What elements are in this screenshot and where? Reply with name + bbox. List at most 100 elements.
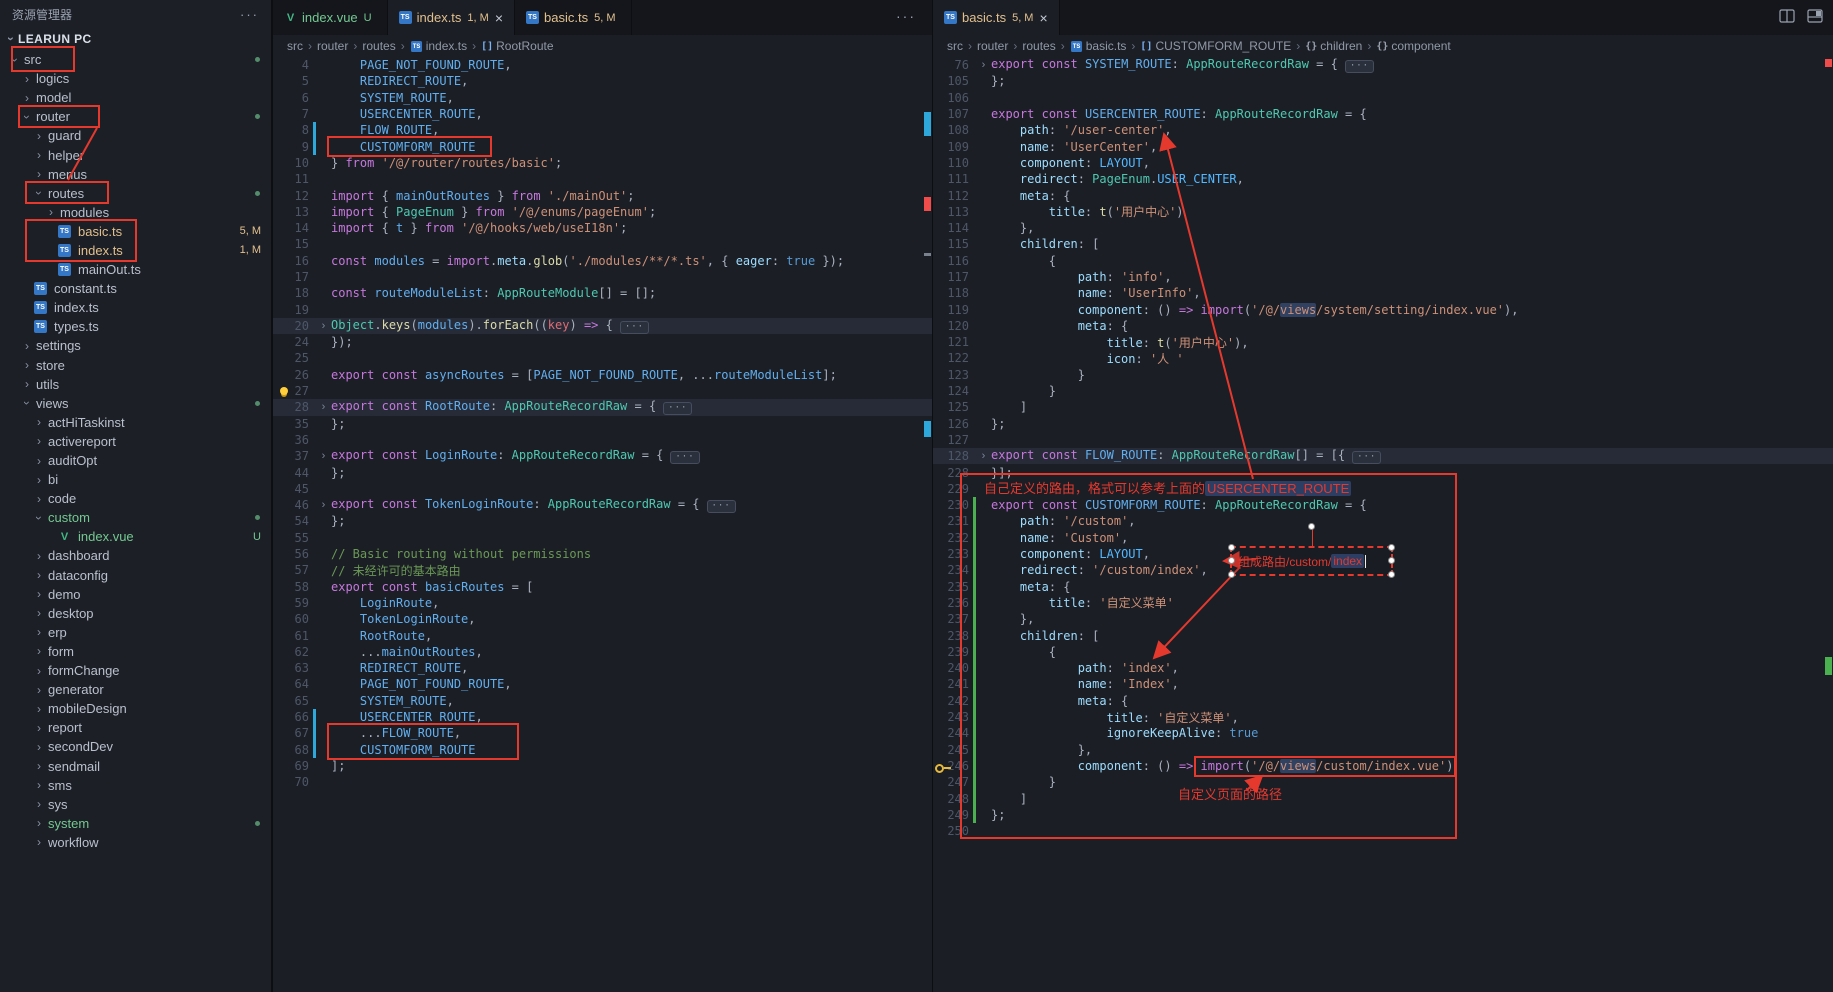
tree-item-workflow[interactable]: ›workflow [0, 833, 271, 852]
code-line-37[interactable]: 37›export const LoginRoute: AppRouteReco… [273, 448, 932, 464]
gutter[interactable]: 68 [273, 741, 331, 757]
code-line-115[interactable]: 115 children: [ [933, 236, 1833, 252]
gutter[interactable]: 70 [273, 774, 331, 790]
code-line-110[interactable]: 110 component: LAYOUT, [933, 155, 1833, 171]
gutter[interactable]: 7 [273, 106, 331, 122]
tree-item-formChange[interactable]: ›formChange [0, 661, 271, 680]
code-line-117[interactable]: 117 path: 'info', [933, 269, 1833, 285]
tree-item-model[interactable]: ›model [0, 88, 271, 107]
gutter[interactable]: 24 [273, 334, 331, 350]
code-line-12[interactable]: 12import { mainOutRoutes } from './mainO… [273, 187, 932, 203]
code-line-111[interactable]: 111 redirect: PageEnum.USER_CENTER, [933, 171, 1833, 187]
code-line-17[interactable]: 17 [273, 269, 932, 285]
code-line-55[interactable]: 55 [273, 530, 932, 546]
code-line-112[interactable]: 112 meta: { [933, 187, 1833, 203]
gutter[interactable]: 62 [273, 644, 331, 660]
gutter[interactable]: 232 [933, 530, 991, 546]
overview-ruler-1[interactable] [923, 57, 931, 992]
code-line-28[interactable]: 28›export const RootRoute: AppRouteRecor… [273, 399, 932, 415]
gutter[interactable]: 239 [933, 644, 991, 660]
breadcrumb-item-router[interactable]: router [977, 39, 1008, 53]
code-line-114[interactable]: 114 }, [933, 220, 1833, 236]
folded-code-ellipsis[interactable]: ··· [620, 321, 649, 334]
code-line-35[interactable]: 35}; [273, 416, 932, 432]
gutter[interactable]: 233 [933, 546, 991, 562]
tab-index.vue[interactable]: Vindex.vueU [273, 0, 388, 35]
code-line-105[interactable]: 105}; [933, 73, 1833, 89]
gutter[interactable]: 18 [273, 285, 331, 301]
code-line-26[interactable]: 26export const asyncRoutes = [PAGE_NOT_F… [273, 367, 932, 383]
code-line-67[interactable]: 67 ...FLOW_ROUTE, [273, 725, 932, 741]
gutter[interactable]: 15 [273, 236, 331, 252]
gutter[interactable]: 66 [273, 709, 331, 725]
tab-basic.ts[interactable]: TSbasic.ts5, M [515, 0, 631, 35]
gutter[interactable]: 237 [933, 611, 991, 627]
gutter[interactable]: 105 [933, 73, 991, 89]
lightbulb-icon[interactable] [280, 387, 288, 395]
gutter[interactable]: 13 [273, 204, 331, 220]
gutter[interactable]: 19 [273, 301, 331, 317]
tree-item-dashboard[interactable]: ›dashboard [0, 546, 271, 565]
gutter[interactable]: 109 [933, 138, 991, 154]
gutter[interactable]: 247 [933, 774, 991, 790]
folded-code-ellipsis[interactable]: ··· [1345, 60, 1374, 73]
tree-item-bi[interactable]: ›bi [0, 470, 271, 489]
editor-layout-icon[interactable] [1807, 9, 1823, 23]
breadcrumb-item-routes[interactable]: routes [362, 39, 395, 53]
gutter[interactable]: 111 [933, 171, 991, 187]
gutter[interactable]: 250 [933, 823, 991, 839]
breadcrumb-item-component[interactable]: {}component [1376, 39, 1450, 53]
split-editor-icon[interactable] [1779, 9, 1795, 23]
gutter[interactable]: 58 [273, 579, 331, 595]
gutter[interactable]: 107 [933, 106, 991, 122]
tree-item-erp[interactable]: ›erp [0, 623, 271, 642]
code-line-229[interactable]: 229 [933, 481, 1833, 497]
gutter[interactable]: 69 [273, 758, 331, 774]
code-line-248[interactable]: 248 ] [933, 790, 1833, 806]
fold-chevron-icon[interactable]: › [316, 450, 331, 462]
code-line-5[interactable]: 5 REDIRECT_ROUTE, [273, 73, 932, 89]
gutter[interactable]: 14 [273, 220, 331, 236]
code-line-66[interactable]: 66 USERCENTER_ROUTE, [273, 709, 932, 725]
gutter[interactable]: 10 [273, 155, 331, 171]
tree-item-actHiTaskinst[interactable]: ›actHiTaskinst [0, 413, 271, 432]
code-line-11[interactable]: 11 [273, 171, 932, 187]
tree-item-sms[interactable]: ›sms [0, 776, 271, 795]
gutter[interactable]: 123 [933, 367, 991, 383]
gutter[interactable]: 244 [933, 725, 991, 741]
code-line-68[interactable]: 68 CUSTOMFORM_ROUTE [273, 741, 932, 757]
gutter[interactable]: 119 [933, 301, 991, 317]
gutter[interactable]: 12 [273, 187, 331, 203]
breadcrumb-item-basic.ts[interactable]: TSbasic.ts [1070, 39, 1127, 53]
close-icon[interactable]: × [495, 10, 503, 26]
code-line-118[interactable]: 118 name: 'UserInfo', [933, 285, 1833, 301]
tab-index.ts[interactable]: TSindex.ts1, M× [388, 0, 515, 35]
code-line-113[interactable]: 113 title: t('用户中心') [933, 204, 1833, 220]
gutter[interactable]: 27 [273, 383, 331, 399]
code-line-231[interactable]: 231 path: '/custom', [933, 513, 1833, 529]
gutter[interactable]: 120 [933, 318, 991, 334]
gutter[interactable]: 126 [933, 416, 991, 432]
code-line-234[interactable]: 234 redirect: '/custom/index', [933, 562, 1833, 578]
gutter[interactable]: 127 [933, 432, 991, 448]
gutter[interactable]: 116 [933, 253, 991, 269]
code-line-24[interactable]: 24}); [273, 334, 932, 350]
gutter[interactable]: 54 [273, 513, 331, 529]
code-line-69[interactable]: 69]; [273, 758, 932, 774]
gutter[interactable]: 128› [933, 448, 991, 464]
code-line-27[interactable]: 27 [273, 383, 932, 399]
code-line-62[interactable]: 62 ...mainOutRoutes, [273, 644, 932, 660]
gutter[interactable]: 230 [933, 497, 991, 513]
code-line-108[interactable]: 108 path: '/user-center', [933, 122, 1833, 138]
tree-item-generator[interactable]: ›generator [0, 680, 271, 699]
gutter[interactable]: 118 [933, 285, 991, 301]
code-line-63[interactable]: 63 REDIRECT_ROUTE, [273, 660, 932, 676]
code-line-6[interactable]: 6 SYSTEM_ROUTE, [273, 90, 932, 106]
code-line-125[interactable]: 125 ] [933, 399, 1833, 415]
code-line-126[interactable]: 126}; [933, 416, 1833, 432]
code-line-238[interactable]: 238 children: [ [933, 627, 1833, 643]
tree-item-guard[interactable]: ›guard [0, 126, 271, 145]
breadcrumb-item-index.ts[interactable]: TSindex.ts [410, 39, 467, 53]
folded-code-ellipsis[interactable]: ··· [663, 402, 692, 415]
code-line-8[interactable]: 8 FLOW_ROUTE, [273, 122, 932, 138]
